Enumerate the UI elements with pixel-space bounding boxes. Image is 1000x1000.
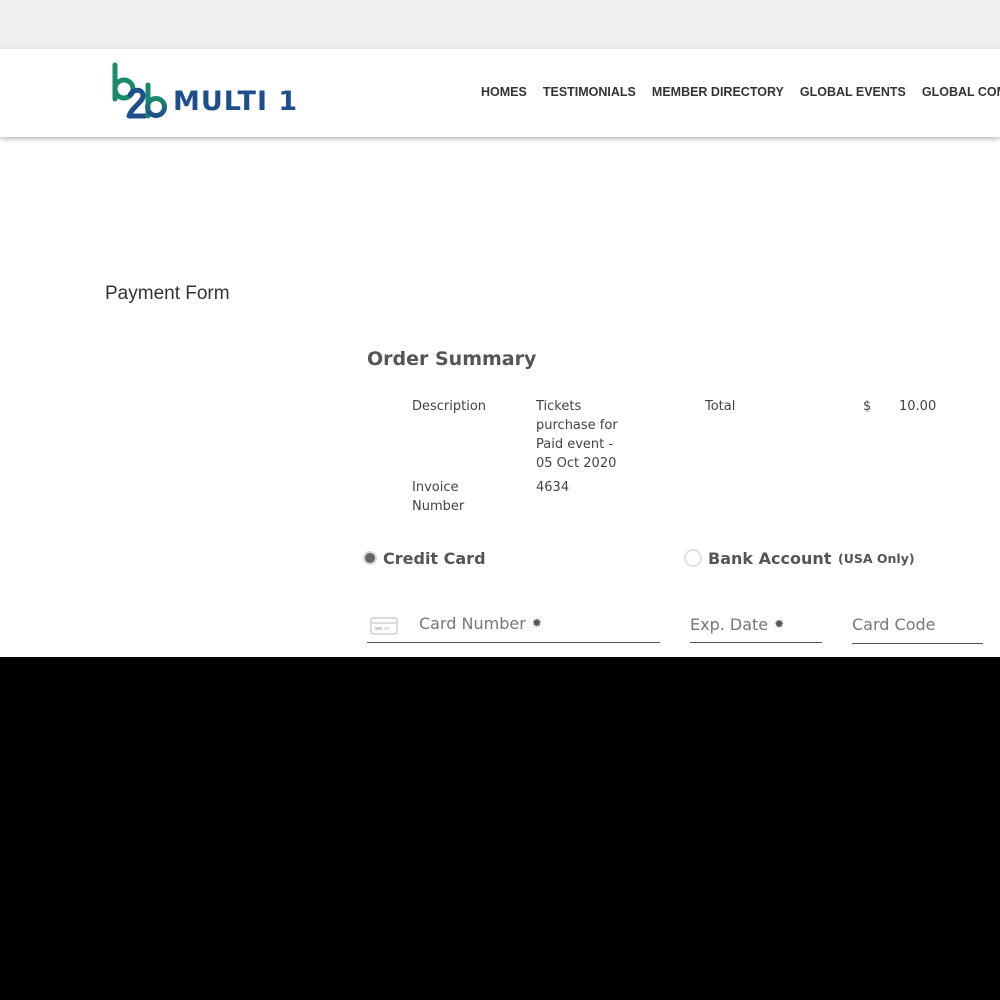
b2b-logo-mark (112, 62, 167, 119)
site-header: MULTI 1 HOMES TESTIMONIALS MEMBER DIRECTOR… (0, 49, 1000, 137)
invoice-label-line: Invoice (412, 480, 459, 495)
description-line: purchase for (536, 418, 618, 433)
description-line: 05 Oct 2020 (536, 456, 617, 471)
invoice-label: Invoice Number (412, 478, 464, 516)
invoice-number: 4634 (536, 480, 570, 495)
asterisk-icon: ✹ (774, 617, 785, 631)
credit-card-icon (370, 617, 398, 635)
exp-date-placeholder: Exp. Date ✹ (690, 615, 784, 634)
nav-homes[interactable]: HOMES (481, 85, 527, 99)
bank-account-radio[interactable] (684, 549, 702, 567)
card-code-field[interactable]: Card Code (852, 607, 983, 644)
nav-member-directory[interactable]: MEMBER DIRECTORY (652, 85, 784, 99)
description-label: Description (412, 399, 487, 414)
currency-symbol: $ (863, 399, 872, 414)
exp-date-label: Exp. Date (690, 615, 769, 634)
exp-date-field[interactable]: Exp. Date ✹ (690, 607, 822, 643)
page-title: Payment Form (105, 283, 230, 304)
blank-area (0, 657, 1000, 1000)
nav-testimonials[interactable]: TESTIMONIALS (543, 85, 636, 99)
asterisk-icon: ✹ (531, 616, 542, 630)
bank-account-option[interactable]: Bank Account (684, 546, 831, 570)
description-line: Tickets (536, 399, 582, 414)
card-code-placeholder: Card Code (852, 615, 936, 634)
nav-global-comm[interactable]: GLOBAL COMM (922, 85, 1000, 99)
total-value: 10.00 (899, 399, 937, 414)
card-number-label: Card Number (419, 614, 526, 633)
bank-account-label: Bank Account (708, 548, 832, 568)
card-number-field[interactable]: Card Number ✹ (367, 607, 660, 643)
description-line: Paid event - (536, 437, 614, 452)
card-number-placeholder: Card Number ✹ (419, 614, 542, 633)
credit-card-radio[interactable] (363, 551, 377, 565)
bank-usa-note: (USA Only) (838, 551, 915, 566)
credit-card-label: Credit Card (383, 548, 486, 568)
invoice-label-line: Number (412, 499, 465, 514)
description-value: Tickets purchase for Paid event - 05 Oct… (536, 397, 646, 473)
order-summary-title: Order Summary (367, 348, 537, 370)
logo-text: MULTI 1 (173, 86, 299, 117)
page-viewport: MULTI 1 HOMES TESTIMONIALS MEMBER DIRECTOR… (0, 0, 1000, 657)
nav-global-events[interactable]: GLOBAL EVENTS (800, 85, 906, 99)
top-bar (0, 0, 1000, 49)
site-logo[interactable]: MULTI 1 (110, 61, 310, 123)
credit-card-option[interactable]: Credit Card (363, 546, 486, 570)
total-label: Total (705, 399, 736, 414)
main-nav: HOMES TESTIMONIALS MEMBER DIRECTORY GLOBAL … (481, 83, 1000, 99)
